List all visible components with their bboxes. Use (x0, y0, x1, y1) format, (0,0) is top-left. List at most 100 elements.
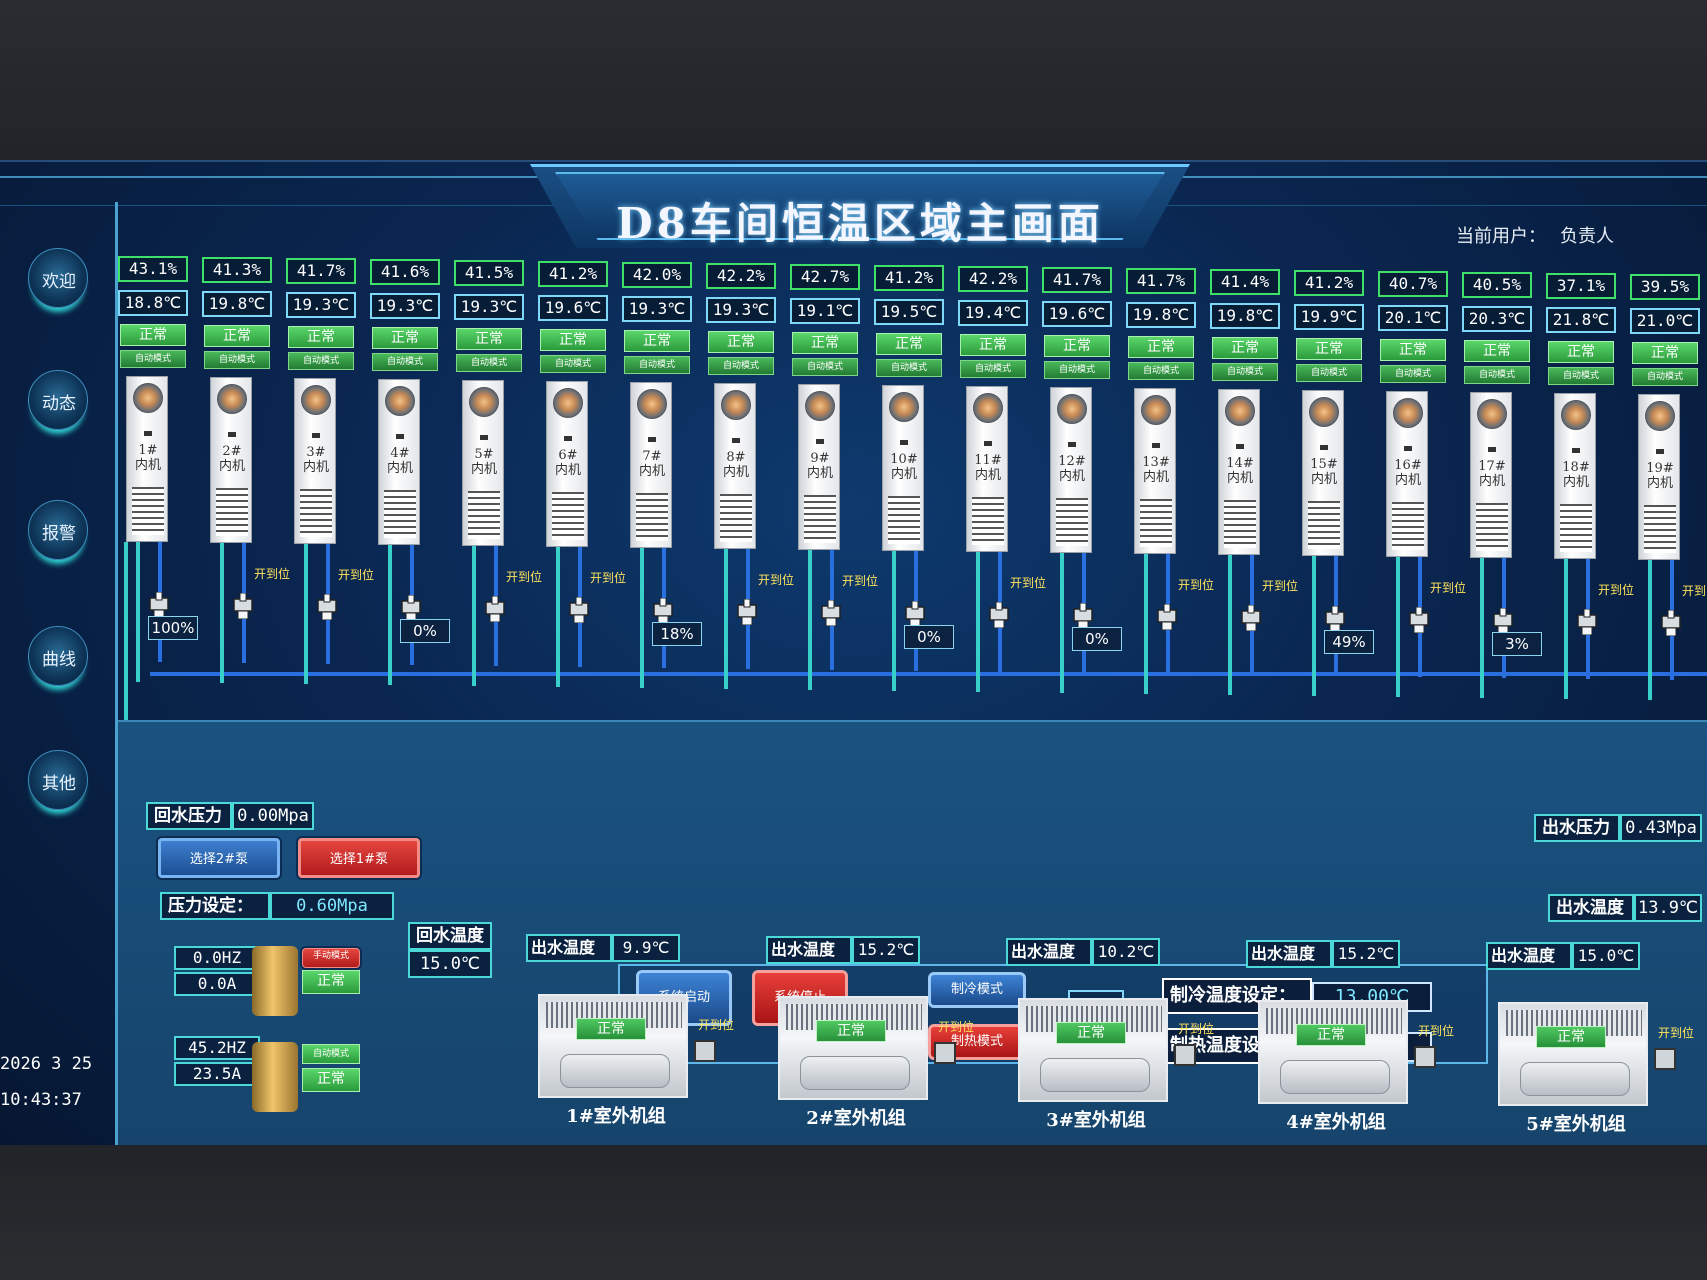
outdoor-valve-icon[interactable] (1654, 1048, 1676, 1070)
cabinet-indicator (1404, 446, 1412, 451)
unit-label: 内机 (386, 461, 413, 476)
cabinet-indicator (480, 435, 488, 440)
valve-icon[interactable] (400, 595, 422, 621)
unit-mode[interactable]: 自动模式 (1044, 361, 1110, 379)
unit-mode[interactable]: 自动模式 (372, 353, 438, 371)
valve-icon[interactable] (1240, 605, 1262, 631)
valve-icon[interactable] (1492, 608, 1514, 634)
unit-status: 正常 (204, 325, 270, 347)
unit-number: 13# (1142, 455, 1170, 470)
outdoor-unit[interactable]: 出水温度 10.2℃ 正常 开到位 3#室外机组 (1006, 938, 1246, 1145)
outdoor-outlet-temp-label: 出水温度 (766, 936, 852, 964)
supply-pipe (892, 551, 896, 691)
time-display: 10:43:37 (0, 1090, 82, 1110)
valve-icon[interactable] (484, 596, 506, 622)
unit-label: 内机 (1142, 470, 1169, 485)
unit-label: 内机 (470, 462, 497, 477)
unit-humidity: 41.2% (538, 261, 608, 287)
outdoor-valve-open-status: 开到位 (1658, 1026, 1695, 1040)
unit-mode[interactable]: 自动模式 (876, 359, 942, 377)
supply-pipe (1396, 557, 1400, 697)
valve-icon[interactable] (148, 592, 170, 618)
valve-icon[interactable] (1576, 609, 1598, 635)
unit-mode[interactable]: 自动模式 (1212, 363, 1278, 381)
unit-mode[interactable]: 自动模式 (120, 350, 186, 368)
outdoor-unit-name: 3#室外机组 (1046, 1110, 1146, 1131)
valve-icon[interactable] (736, 599, 758, 625)
unit-mode[interactable]: 自动模式 (540, 355, 606, 373)
outdoor-valve-icon[interactable] (1414, 1046, 1436, 1068)
unit-mode[interactable]: 自动模式 (456, 354, 522, 372)
outlet-pressure-value: 0.43Mpa (1620, 814, 1702, 842)
unit-name: 6# 内机 (547, 448, 589, 478)
unit-mode[interactable]: 自动模式 (1296, 364, 1362, 382)
pressure-set-value[interactable]: 0.60Mpa (270, 892, 394, 920)
unit-name: 19# 内机 (1639, 461, 1681, 491)
grille-icon (1476, 503, 1508, 551)
unit-mode[interactable]: 自动模式 (624, 356, 690, 374)
valve-icon[interactable] (820, 600, 842, 626)
unit-mode[interactable]: 自动模式 (1548, 367, 1614, 385)
unit-mode[interactable]: 自动模式 (1632, 368, 1698, 386)
nav-other[interactable]: 其他 (28, 750, 88, 810)
chiller-icon: 正常 (1018, 998, 1168, 1102)
unit-mode[interactable]: 自动模式 (1380, 365, 1446, 383)
unit-status: 正常 (1464, 340, 1530, 362)
outdoor-outlet-temp-label: 出水温度 (526, 934, 612, 962)
valve-icon[interactable] (1324, 606, 1346, 632)
select-pump-1-button[interactable]: 选择1#泵 (298, 838, 420, 878)
unit-status: 正常 (792, 332, 858, 354)
outdoor-unit[interactable]: 出水温度 9.9℃ 正常 开到位 1#室外机组 (526, 934, 766, 1144)
valve-icon[interactable] (316, 594, 338, 620)
unit-mode[interactable]: 自动模式 (288, 352, 354, 370)
select-pump-2-button[interactable]: 选择2#泵 (158, 838, 280, 878)
unit-mode[interactable]: 自动模式 (1128, 362, 1194, 380)
chiller-icon: 正常 (538, 994, 688, 1098)
nav-dynamic[interactable]: 动态 (28, 370, 88, 430)
unit-number: 4# (390, 446, 410, 461)
outdoor-unit[interactable]: 出水温度 15.0℃ 正常 开到位 5#室外机组 (1486, 942, 1707, 1145)
outdoor-valve-icon[interactable] (934, 1042, 956, 1064)
unit-mode[interactable]: 自动模式 (708, 357, 774, 375)
indoor-cabinet-icon: 4# 内机 (378, 379, 420, 545)
valve-icon[interactable] (232, 593, 254, 619)
cabinet-indicator (228, 432, 236, 437)
valve-icon[interactable] (904, 601, 926, 627)
valve-icon[interactable] (988, 602, 1010, 628)
grille-icon (468, 491, 500, 539)
fan-icon (1477, 399, 1507, 429)
outdoor-unit[interactable]: 出水温度 15.2℃ 正常 开到位 4#室外机组 (1246, 940, 1486, 1145)
chiller-icon: 正常 (1498, 1002, 1648, 1106)
left-nav: 欢迎 动态 报警 曲线 其他 (0, 202, 118, 1145)
unit-status: 正常 (708, 331, 774, 353)
valve-icon[interactable] (1408, 607, 1430, 633)
valve-icon[interactable] (1660, 610, 1682, 636)
fan-icon (889, 392, 919, 422)
outdoor-valve-icon[interactable] (694, 1040, 716, 1062)
supply-pipe (556, 547, 560, 687)
supply-pipe (472, 546, 476, 686)
nav-alarm[interactable]: 报警 (28, 500, 88, 560)
valve-open-status: 开到位 (506, 570, 543, 584)
valve-icon[interactable] (568, 597, 590, 623)
cabinet-indicator (1488, 447, 1496, 452)
valve-icon[interactable] (652, 598, 674, 624)
unit-mode[interactable]: 自动模式 (792, 358, 858, 376)
outdoor-unit[interactable]: 出水温度 15.2℃ 正常 开到位 2#室外机组 (766, 936, 1006, 1145)
grille-icon (384, 490, 416, 538)
nav-curve[interactable]: 曲线 (28, 626, 88, 686)
nav-welcome[interactable]: 欢迎 (28, 248, 88, 308)
pump-1-mode[interactable]: 手动模式 (302, 948, 360, 968)
valve-icon[interactable] (1072, 603, 1094, 629)
unit-mode[interactable]: 自动模式 (1464, 366, 1530, 384)
compressor-icon (1520, 1062, 1630, 1096)
unit-humidity: 40.5% (1462, 272, 1532, 298)
unit-mode[interactable]: 自动模式 (204, 351, 270, 369)
pump-2-mode[interactable]: 自动模式 (302, 1044, 360, 1064)
outdoor-valve-icon[interactable] (1174, 1044, 1196, 1066)
unit-number: 15# (1310, 457, 1338, 472)
valve-open-status: 开到位 (842, 574, 879, 588)
unit-status: 正常 (120, 324, 186, 346)
unit-mode[interactable]: 自动模式 (960, 360, 1026, 378)
valve-icon[interactable] (1156, 604, 1178, 630)
